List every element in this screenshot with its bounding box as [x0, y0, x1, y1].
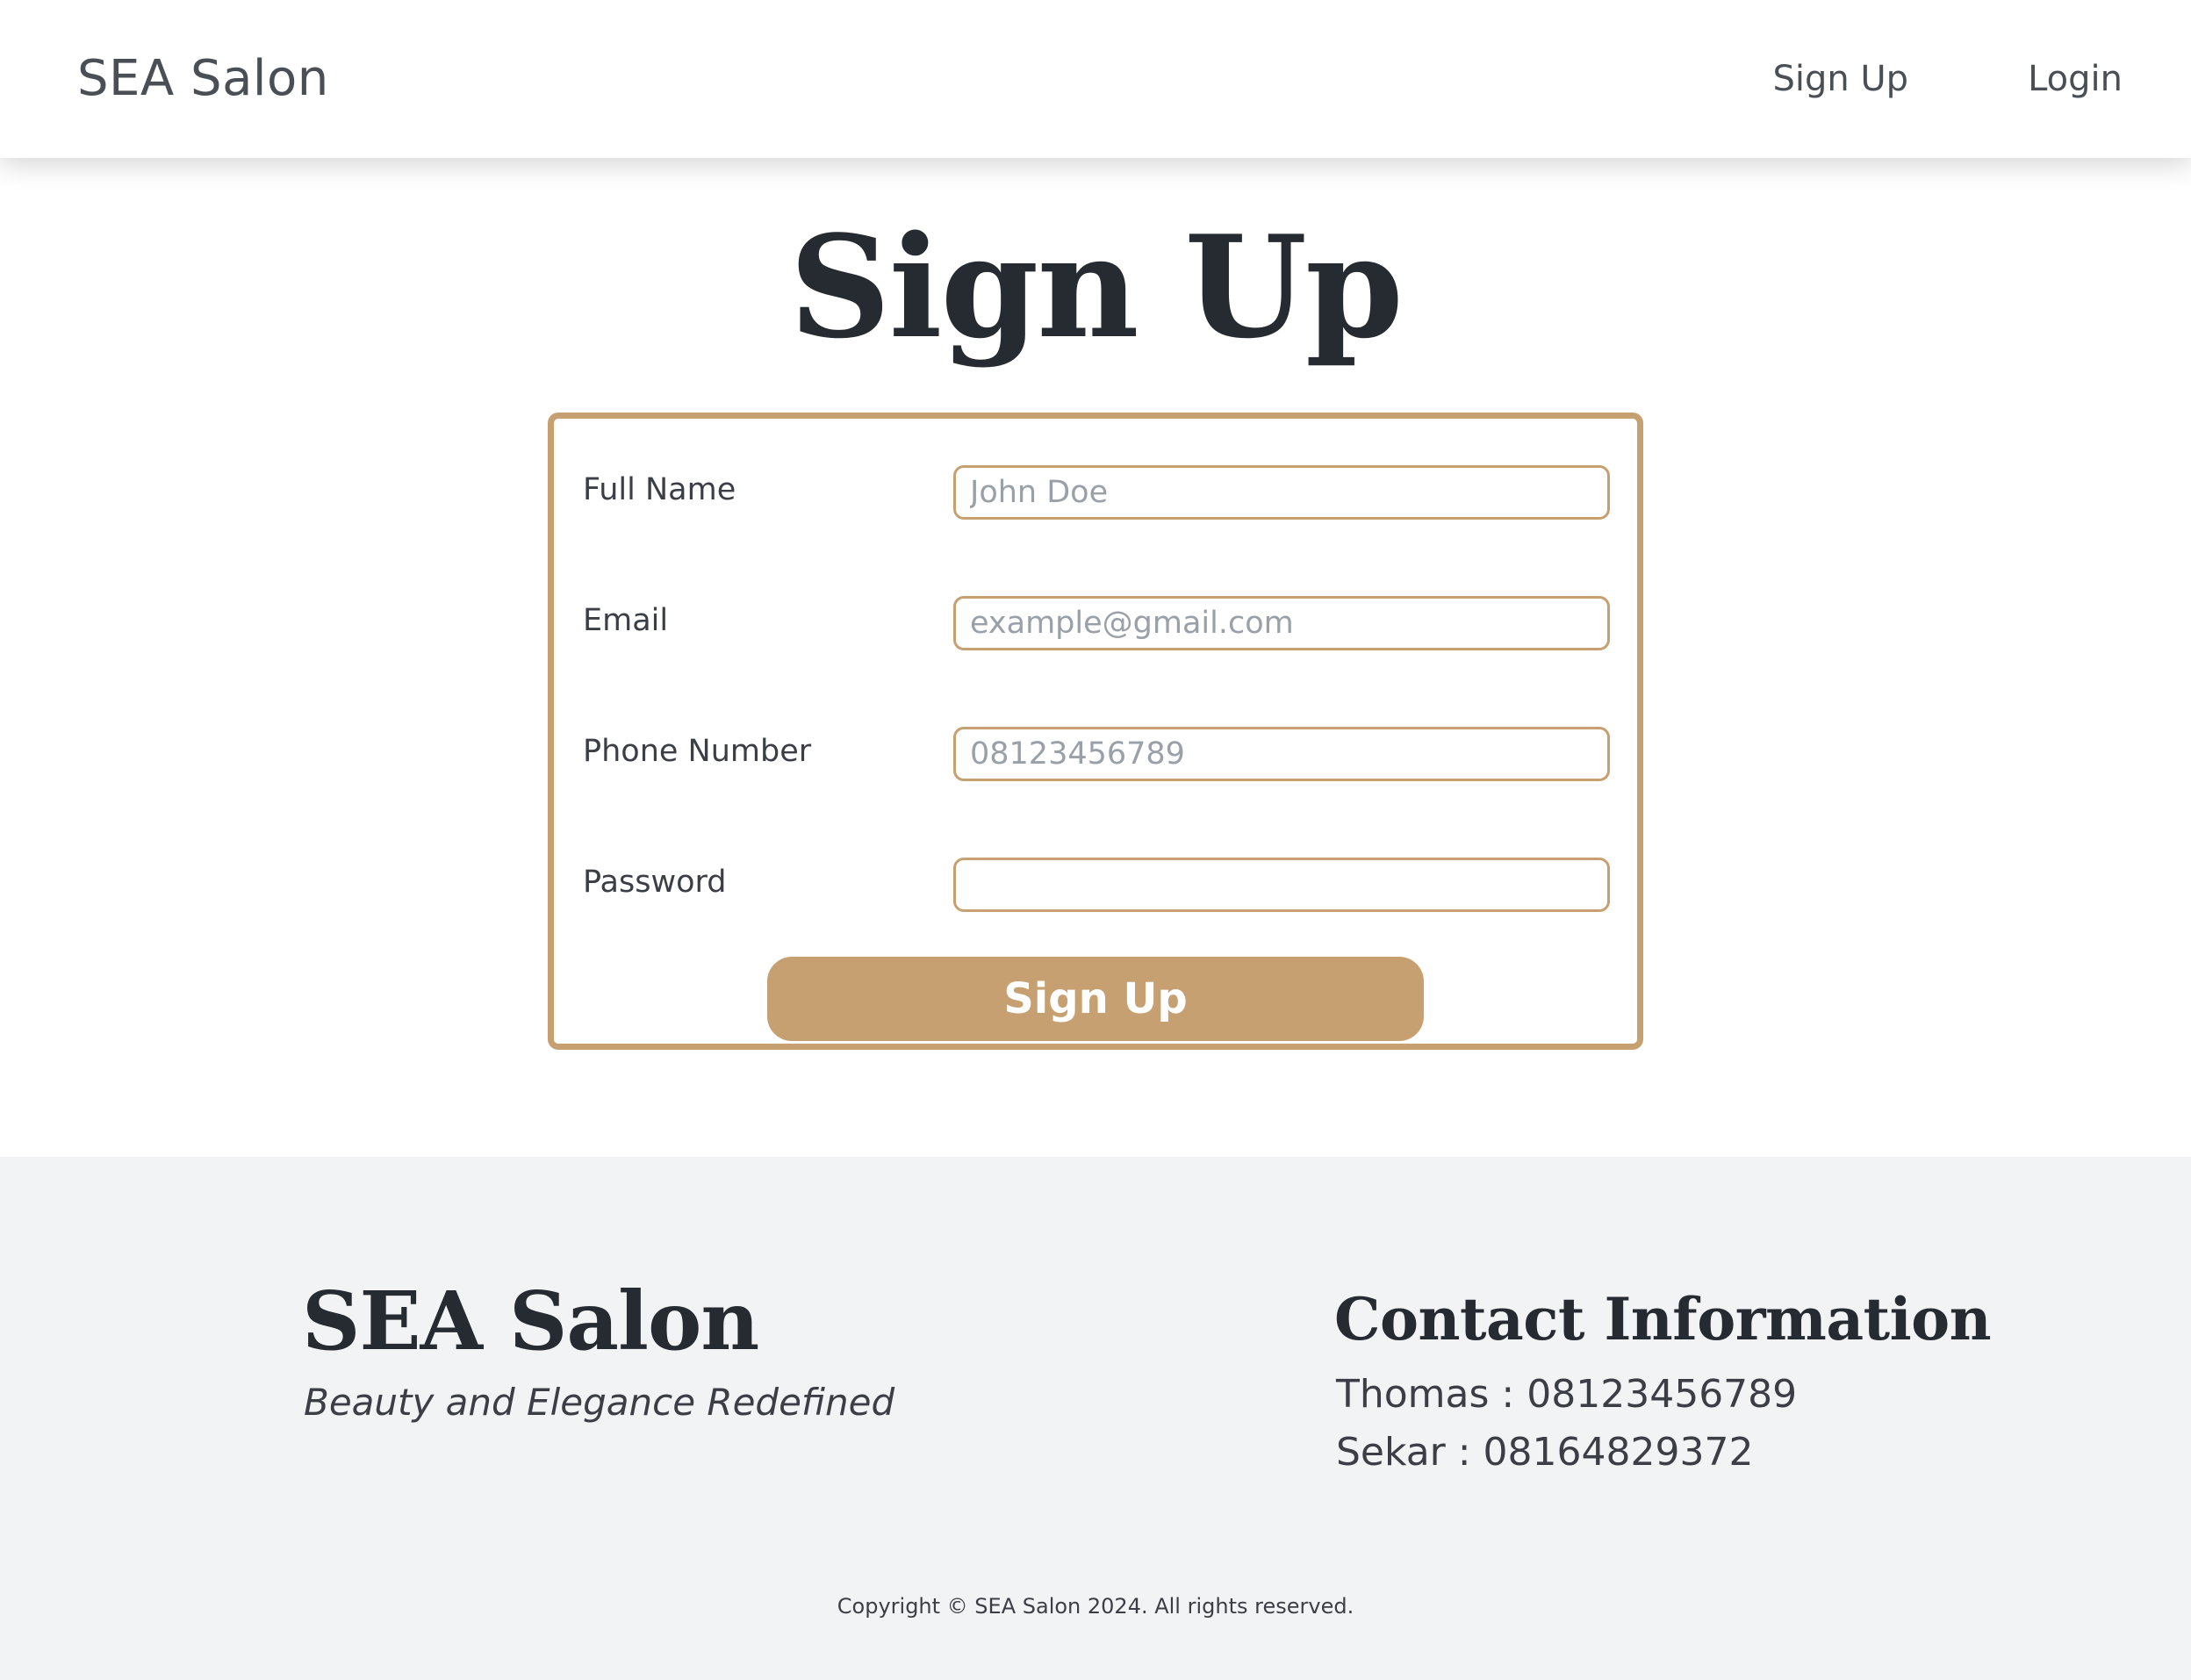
full-name-input[interactable] — [953, 465, 1610, 520]
signup-form: Full Name Email Phone Number Password Si… — [548, 413, 1643, 1050]
password-input[interactable] — [953, 858, 1610, 912]
full-name-label: Full Name — [583, 472, 736, 507]
page-title: Sign Up — [789, 205, 1404, 370]
password-label: Password — [583, 865, 727, 900]
nav-login-link[interactable]: Login — [2028, 53, 2123, 105]
contact-item-sekar: Sekar : 08164829372 — [1336, 1430, 1754, 1475]
email-label: Email — [583, 603, 669, 638]
email-input[interactable] — [953, 596, 1610, 650]
copyright-text: Copyright © SEA Salon 2024. All rights r… — [837, 1594, 1354, 1619]
brand-logo-text[interactable]: SEA Salon — [77, 46, 329, 112]
password-row: Password — [554, 858, 1637, 912]
footer-tagline: Beauty and Elegance Redefined — [304, 1381, 895, 1424]
full-name-row: Full Name — [554, 465, 1637, 520]
phone-number-label: Phone Number — [583, 734, 812, 769]
contact-item-thomas: Thomas : 08123456789 — [1336, 1372, 1798, 1417]
nav-sign-up-link[interactable]: Sign Up — [1772, 53, 1908, 105]
phone-number-row: Phone Number — [554, 727, 1637, 781]
site-header: SEA Salon Sign Up Login — [0, 0, 2191, 158]
contact-list: Thomas : 08123456789 Sekar : 08164829372 — [1336, 1366, 1797, 1482]
email-row: Email — [554, 596, 1637, 650]
contact-heading: Contact Information — [1334, 1285, 1992, 1353]
site-footer: SEA Salon Beauty and Elegance Redefined … — [0, 1157, 2191, 1680]
main-nav: Sign Up Login — [1772, 53, 2123, 105]
sign-up-submit-button[interactable]: Sign Up — [767, 957, 1424, 1041]
phone-number-input[interactable] — [953, 727, 1610, 781]
footer-brand: SEA Salon — [302, 1274, 759, 1368]
